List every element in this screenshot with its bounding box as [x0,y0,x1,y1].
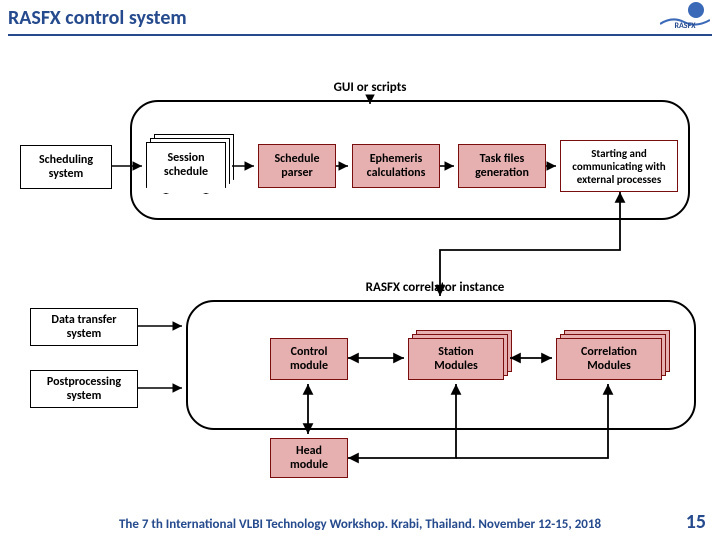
schedule-parser-box: Schedule parser [258,144,336,188]
gui-label: GUI or scripts [334,80,407,95]
page-number: 15 [686,510,706,534]
head-module-box: Head module [270,438,348,478]
logo: RASFX [660,0,710,28]
starting-comm-box: Starting and communicating with external… [560,140,678,192]
scheduling-system-box: Scheduling system [20,145,112,189]
ephemeris-box: Ephemeris calculations [352,144,440,188]
correlator-label: RASFX correlator instance [366,280,505,295]
slide-title: RASFX control system [8,6,187,30]
control-module-box: Control module [270,338,348,380]
station-modules-box: Station Modules [408,338,504,380]
postprocessing-box: Postprocessing system [30,370,138,408]
svg-text:RASFX: RASFX [674,21,696,28]
footer-text: The 7 th International VLBI Technology W… [0,517,720,532]
correlation-modules-box: Correlation Modules [556,338,662,380]
session-schedule-docs: Session schedule [146,142,226,194]
task-files-box: Task files generation [458,144,546,188]
data-transfer-box: Data transfer system [30,308,138,346]
